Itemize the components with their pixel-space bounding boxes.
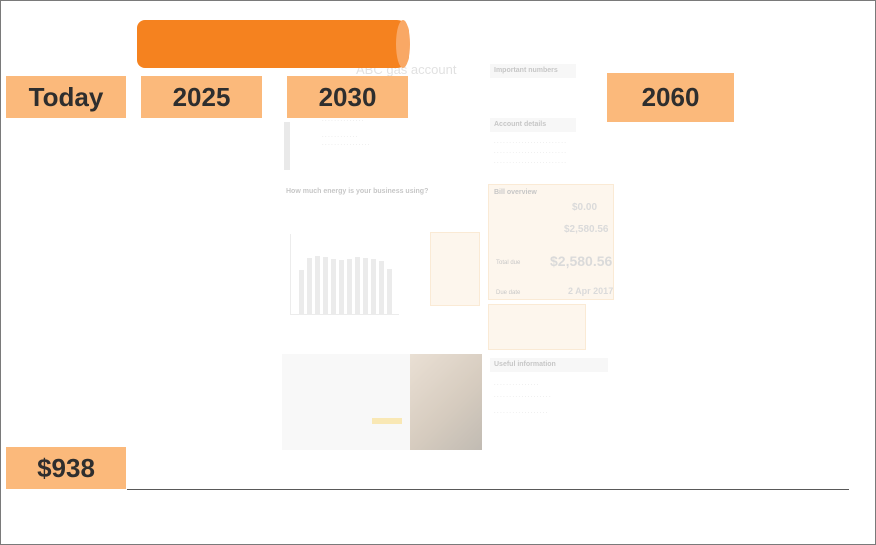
time-range-bar-cap (396, 20, 410, 68)
label-2060: 2060 (607, 73, 734, 122)
important-numbers-title: Important numbers (494, 67, 558, 74)
payment-panel (488, 304, 586, 350)
total-due-amount: $2,580.56 (550, 253, 613, 269)
usage-summary-panel (430, 232, 480, 306)
account-detail-line: · · · · · · · · · · · · · · · · · · · · … (494, 140, 566, 146)
bill-address-line: · · · · · · · · · · · · · · (322, 118, 364, 124)
account-detail-line: · · · · · · · · · · · · · · · · · · · · … (494, 150, 566, 156)
label-today: Today (6, 76, 126, 118)
total-due-label: Total due (496, 260, 521, 266)
bill-address-line: · · · · · · · · · · · · (322, 134, 358, 140)
baseline-axis (127, 489, 849, 490)
value-label: $938 (6, 447, 126, 489)
due-date-value: 2 Apr 2017 (568, 286, 614, 296)
label-2030: 2030 (287, 76, 408, 118)
bill-amount-previous: $0.00 (572, 202, 598, 213)
account-details-title: Account details (494, 121, 547, 128)
due-date-label: Due date (496, 290, 521, 296)
barcode-icon (284, 122, 290, 170)
useful-info-line: · · · · · · · · · · · · · · · · · · · (494, 394, 551, 400)
usage-chart-image (290, 234, 399, 315)
bill-amount-current: $2,580.56 (564, 224, 609, 235)
person-photo (410, 354, 482, 450)
promo-button-shape (372, 418, 402, 424)
useful-info-line: · · · · · · · · · · · · · · · (494, 382, 539, 388)
useful-info-title: Useful information (494, 361, 556, 368)
bill-address-line: · · · · · · · · · · · · · · · · (322, 142, 370, 148)
time-range-bar (137, 20, 409, 68)
label-2025: 2025 (141, 76, 262, 118)
useful-info-line: · · · · · · · · · · · · · · · · · · (494, 410, 548, 416)
usage-question: How much energy is your business using? (286, 188, 429, 195)
account-detail-line: · · · · · · · · · · · · · · · · · · · · … (494, 160, 566, 166)
bill-overview-title: Bill overview (494, 189, 537, 196)
